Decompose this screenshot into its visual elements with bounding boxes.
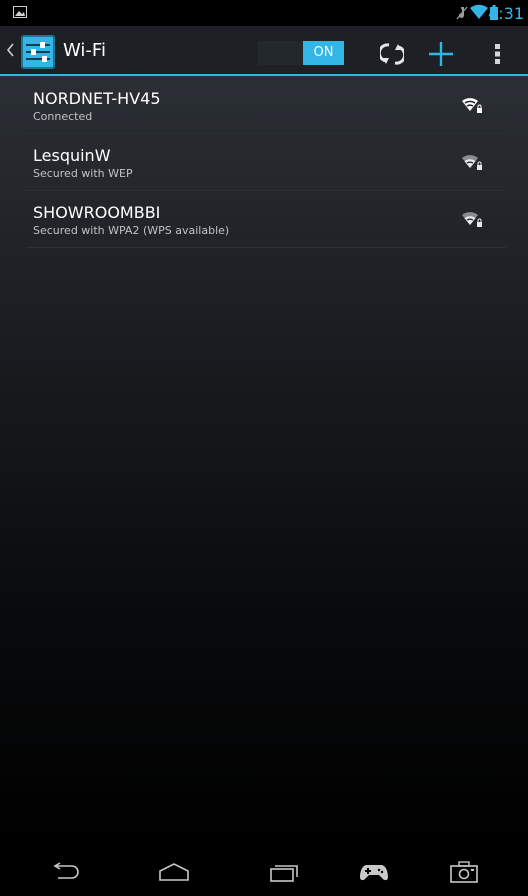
gamepad-button[interactable]	[352, 854, 396, 890]
add-network-button[interactable]	[423, 36, 459, 72]
wifi-locked-icon	[462, 98, 482, 113]
clock: 4:31	[488, 4, 524, 23]
network-item[interactable]: NORDNET-HV45 Connected	[26, 77, 506, 134]
action-bar-divider	[0, 74, 528, 76]
camera-icon	[450, 861, 478, 883]
network-item[interactable]: LesquinW Secured with WEP	[26, 134, 506, 191]
wifi-status-icon	[470, 4, 488, 20]
picture-icon	[13, 6, 27, 18]
network-status: Secured with WPA2 (WPS available)	[33, 224, 230, 237]
overflow-menu-button[interactable]	[480, 36, 516, 72]
wifi-locked-icon	[462, 155, 482, 170]
recents-button[interactable]	[262, 854, 306, 890]
recents-icon	[270, 865, 298, 882]
mute-icon	[456, 6, 468, 20]
status-bar: 4:31	[0, 0, 528, 26]
home-button[interactable]	[152, 854, 196, 890]
back-icon	[53, 862, 79, 879]
navigation-bar	[0, 848, 528, 896]
wifi-locked-icon	[462, 212, 482, 227]
add-icon	[429, 42, 453, 66]
back-button[interactable]	[43, 854, 87, 890]
wifi-settings-screen: 4:31 Wi-Fi ON NORDNET-HV45 Connected Les…	[0, 0, 528, 896]
wifi-toggle[interactable]: ON	[258, 41, 344, 65]
gamepad-icon	[360, 865, 388, 881]
up-chevron-icon[interactable]	[7, 43, 14, 57]
network-status: Secured with WEP	[33, 167, 133, 180]
overflow-menu-icon	[495, 44, 500, 64]
network-name: LesquinW	[33, 146, 111, 165]
screenshot-button[interactable]	[442, 854, 486, 890]
network-name: NORDNET-HV45	[33, 89, 161, 108]
network-item[interactable]: SHOWROOMBBI Secured with WPA2 (WPS avail…	[26, 191, 506, 248]
home-icon	[159, 863, 189, 881]
network-status: Connected	[33, 110, 93, 123]
network-name: SHOWROOMBBI	[33, 203, 161, 222]
page-title: Wi-Fi	[63, 40, 106, 61]
settings-app-icon[interactable]	[20, 34, 56, 70]
wps-icon	[380, 43, 404, 65]
network-list: NORDNET-HV45 Connected LesquinW Secured …	[26, 77, 506, 248]
wps-button[interactable]	[374, 36, 410, 72]
wifi-toggle-on-label: ON	[303, 41, 344, 65]
